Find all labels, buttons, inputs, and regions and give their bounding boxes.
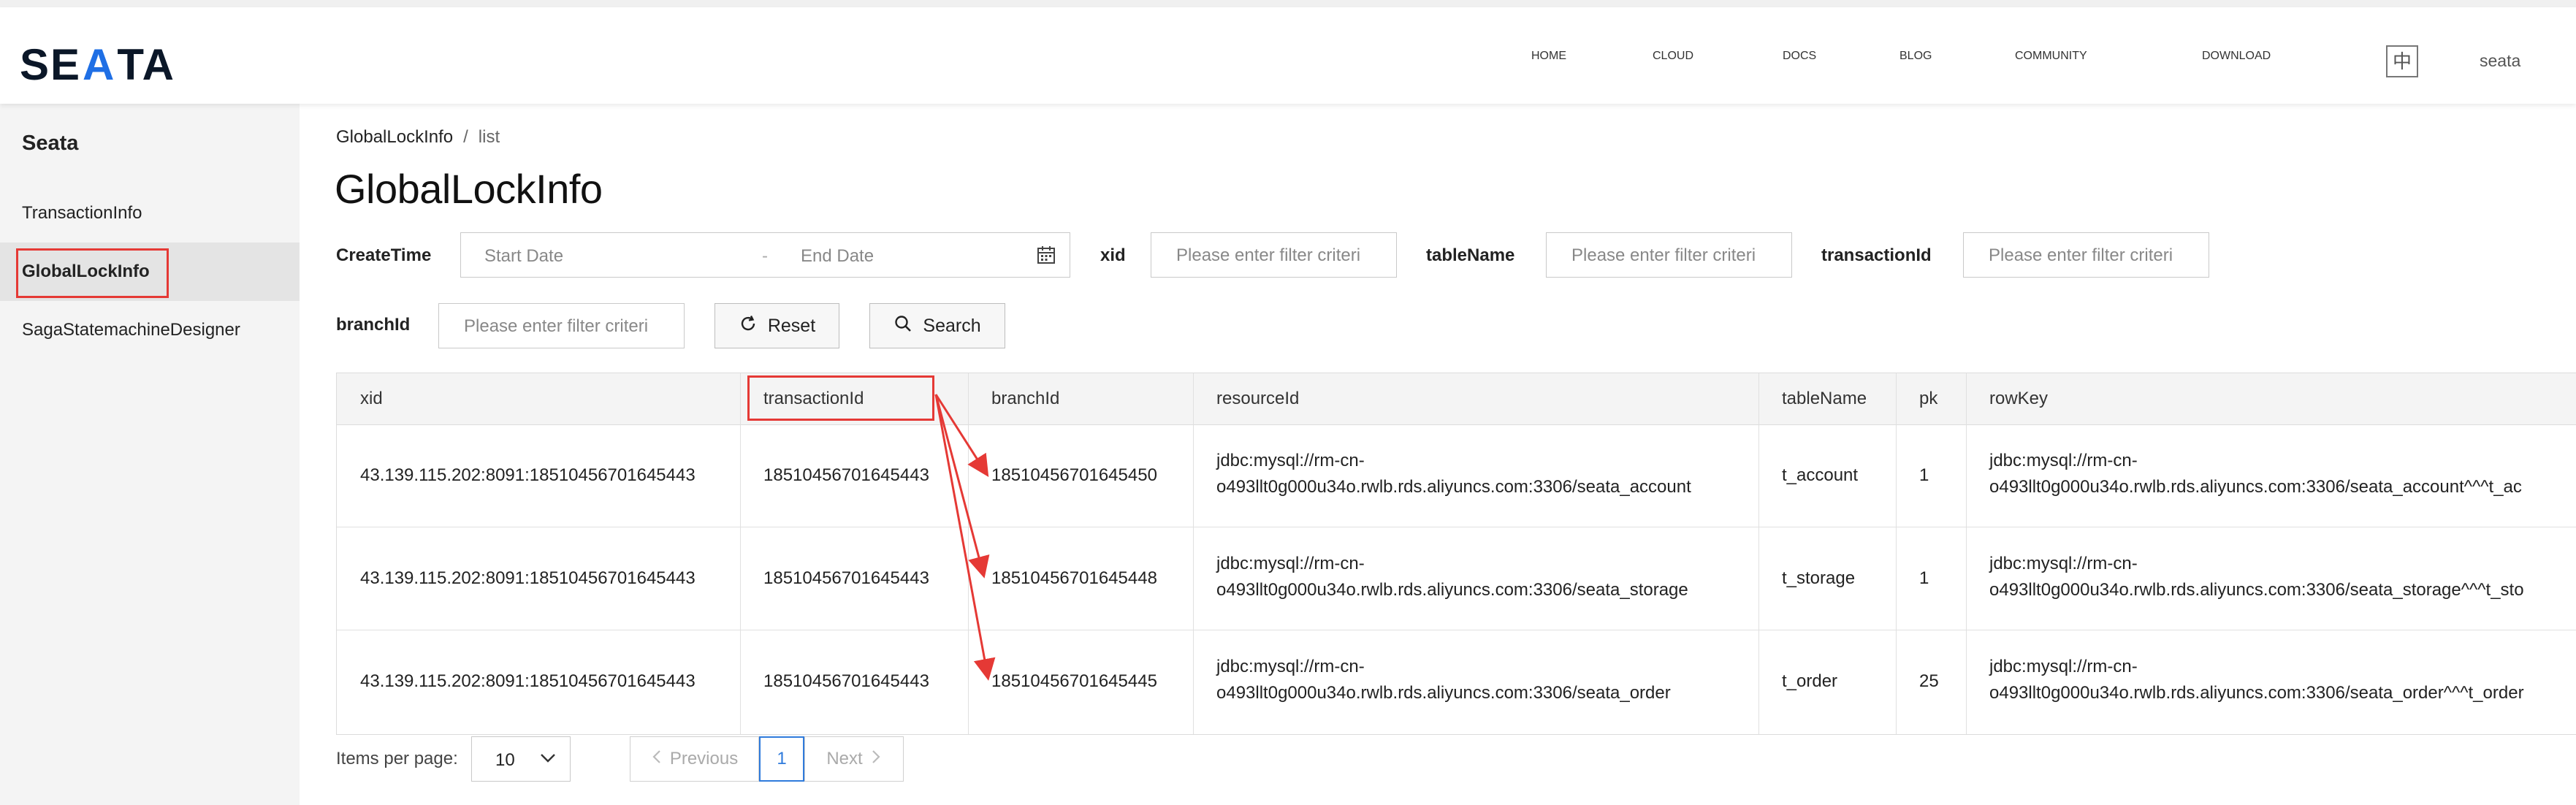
pagination: Previous 1 Next — [630, 736, 904, 782]
annotation-arrows — [934, 394, 996, 681]
language-toggle[interactable]: 中 — [2386, 45, 2418, 77]
chevron-down-icon — [539, 749, 557, 766]
next-page-button[interactable]: Next — [804, 736, 904, 782]
logo-text-right: TA — [117, 40, 175, 89]
previous-label: Previous — [669, 749, 739, 768]
logo-text-mid: A — [83, 40, 116, 89]
page-number-current[interactable]: 1 — [759, 736, 804, 782]
items-per-page-label: Items per page: — [336, 749, 458, 768]
arrow-to-branch-2 — [934, 394, 990, 579]
items-per-page-value: 10 — [495, 750, 515, 770]
seata-logo[interactable]: SE A TA — [20, 39, 175, 90]
chevron-left-icon — [651, 749, 663, 770]
chevron-right-icon — [870, 749, 882, 770]
logo-text-left: SE — [20, 40, 82, 89]
user-name[interactable]: seata — [2480, 51, 2520, 71]
next-label: Next — [826, 749, 863, 768]
previous-page-button[interactable]: Previous — [630, 736, 759, 782]
items-per-page-select[interactable]: 10 — [471, 736, 571, 782]
top-header: SE A TA HOME CLOUD DOCS BLOG COMMUNITY DOW… — [0, 7, 2576, 104]
